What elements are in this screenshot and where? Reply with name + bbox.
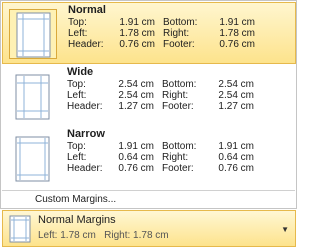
margin-values-left: 2.54 cm 2.54 cm 1.27 cm — [118, 79, 154, 112]
margin-labels-right: Bottom: Right: Footer: — [163, 17, 198, 50]
margin-option-wide[interactable]: Wide Top: Left: Header: 2.54 cm 2.54 cm 1.27… — [2, 65, 296, 127]
normal-margins-icon — [9, 9, 57, 59]
chevron-down-icon: ▼ — [281, 225, 289, 234]
margin-option-title: Narrow — [67, 128, 105, 140]
margin-option-title: Wide — [67, 66, 94, 78]
wide-margins-icon — [8, 71, 56, 121]
margin-labels-right: Bottom: Right: Footer: — [162, 79, 197, 112]
dropdown-title: Normal Margins — [38, 214, 116, 226]
narrow-margins-icon — [8, 133, 56, 183]
margin-labels-left: Top: Left: Header: — [67, 79, 103, 112]
margin-option-narrow[interactable]: Narrow Top: Left: Header: 1.91 cm 0.64 cm 0.… — [2, 127, 296, 189]
margin-values-right: 2.54 cm 2.54 cm 1.27 cm — [218, 79, 254, 112]
margin-labels-right: Bottom: Right: Footer: — [162, 141, 197, 174]
margin-values-right: 1.91 cm 1.78 cm 0.76 cm — [219, 17, 255, 50]
custom-margins-menu-item[interactable]: Custom Margins... — [2, 191, 296, 209]
margin-values-right: 1.91 cm 0.64 cm 0.76 cm — [218, 141, 254, 174]
dropdown-detail: Left: 1.78 cm Right: 1.78 cm — [38, 230, 169, 241]
margins-gallery: Normal Top: Left: Header: 1.91 cm 1.78 cm 0.… — [0, 0, 297, 209]
margin-values-left: 1.91 cm 1.78 cm 0.76 cm — [119, 17, 155, 50]
page-margins-icon — [7, 214, 33, 244]
margin-labels-left: Top: Left: Header: — [67, 141, 103, 174]
margin-option-normal[interactable]: Normal Top: Left: Header: 1.91 cm 1.78 cm 0.… — [2, 2, 296, 64]
margin-labels-left: Top: Left: Header: — [68, 17, 104, 50]
margin-values-left: 1.91 cm 0.64 cm 0.76 cm — [118, 141, 154, 174]
margins-dropdown-button[interactable]: Normal Margins Left: 1.78 cm Right: 1.78… — [2, 210, 296, 247]
margin-option-title: Normal — [68, 4, 106, 16]
